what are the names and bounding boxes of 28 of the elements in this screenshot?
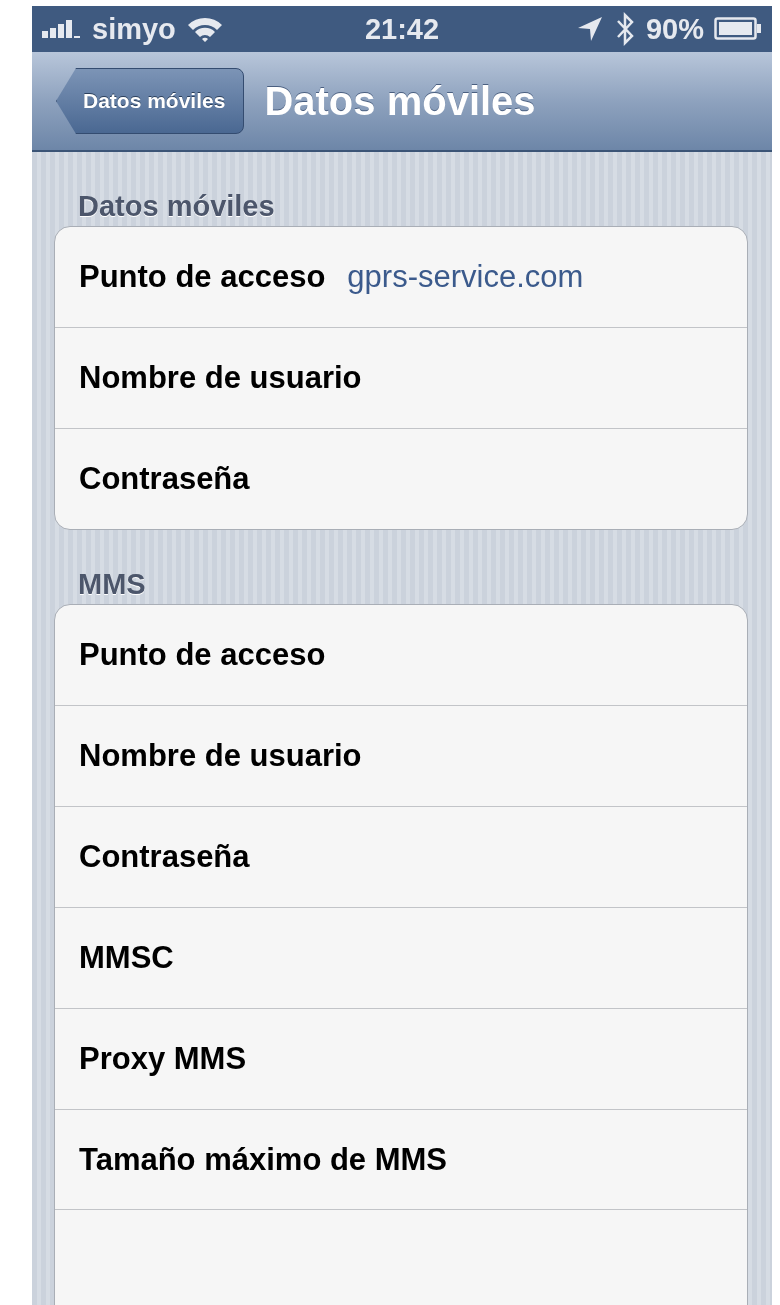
settings-row[interactable]: Tamaño máximo de MMS [55,1109,747,1210]
row-label: Nombre de usuario [79,738,362,774]
battery-percentage: 90% [645,12,704,46]
back-button[interactable]: Datos móviles [56,68,245,134]
row-label: Nombre de usuario [79,360,362,396]
settings-row[interactable]: Nombre de usuario [55,705,747,806]
row-label: Tamaño máximo de MMS [79,1141,448,1178]
screen-title: Datos móviles [264,78,536,124]
settings-row[interactable]: Contraseña [55,428,747,529]
carrier-name: simyo [92,12,176,46]
row-label: Punto de acceso [79,637,326,673]
settings-row[interactable]: Proxy MMS [55,1008,747,1109]
signal-icon [42,18,82,40]
row-label: Proxy MMS [79,1041,247,1077]
settings-row[interactable]: Punto de acceso gprs-service.com [55,227,747,327]
section-header: Datos móviles [77,189,276,224]
battery-icon [714,17,762,41]
settings-row[interactable]: MMSC [55,907,747,1008]
row-label: Punto de acceso [79,259,326,295]
settings-row[interactable]: Nombre de usuario [55,327,747,428]
section-header: MMS [77,567,147,602]
row-value: gprs-service.com [347,259,584,295]
row-label: Contraseña [79,839,250,875]
row-label: Contraseña [79,461,250,497]
settings-row[interactable]: Contraseña [55,806,747,907]
settings-row[interactable]: Punto de acceso [55,605,747,705]
clock-time: 21:42 [364,12,440,46]
row-label: MMSC [79,940,174,976]
